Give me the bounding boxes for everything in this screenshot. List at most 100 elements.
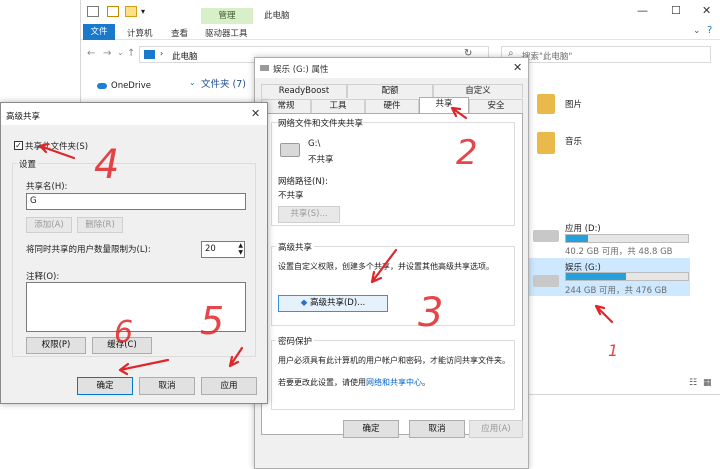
share-status: 不共享	[308, 155, 334, 165]
properties-apply-button[interactable]: 应用(A)	[469, 420, 523, 438]
advanced-sharing-titlebar: 高级共享 ✕	[1, 103, 267, 125]
tab-tools[interactable]: 工具	[311, 99, 365, 113]
ribbon-tab-file[interactable]: 文件	[83, 24, 115, 40]
drive-icon	[533, 230, 559, 242]
minimize-icon[interactable]: —	[637, 4, 648, 17]
window-title: 此电脑	[264, 11, 290, 21]
share-name-input[interactable]: G	[26, 193, 246, 210]
properties-cancel-button[interactable]: 取消	[409, 420, 465, 438]
sharing-tab-panel: 网络文件和文件夹共享 G:\ 不共享 网络路径(N): 不共享 共享(S)...…	[261, 113, 523, 435]
drive-icon	[280, 143, 300, 157]
network-sharing-group: 网络文件和文件夹共享 G:\ 不共享 网络路径(N): 不共享 共享(S)...	[271, 119, 515, 226]
drive-icon	[260, 65, 269, 71]
pictures-folder-icon	[537, 94, 555, 114]
network-sharing-center-link[interactable]: 网络和共享中心	[366, 378, 422, 387]
close-icon[interactable]: ✕	[513, 61, 522, 74]
password-change-suffix: 。	[422, 378, 430, 387]
tab-security[interactable]: 安全	[469, 99, 523, 113]
password-change-text: 若要更改此设置，请使用网络和共享中心。	[278, 377, 430, 388]
details-view-icon[interactable]: ☷	[689, 378, 697, 388]
explorer-titlebar: ▾ 管理 此电脑 — ☐ ✕	[81, 0, 720, 24]
manage-tab[interactable]: 管理	[201, 8, 253, 24]
tab-quota[interactable]: 配额	[347, 84, 433, 98]
search-input[interactable]: ⌕ 搜索"此电脑"	[501, 46, 711, 63]
drive-d-usage-fill	[566, 235, 588, 242]
nav-item-onedrive[interactable]: OneDrive	[111, 81, 151, 91]
properties-titlebar: 娱乐 (G:) 属性 ✕	[255, 58, 528, 78]
drive-g-usage-bar	[565, 272, 689, 281]
password-protection-group: 密码保护 用户必须具有此计算机的用户帐户和密码，才能访问共享文件夹。 若要更改此…	[271, 335, 515, 410]
quick-access-dropdown-icon[interactable]: ▾	[141, 7, 145, 16]
network-path-value: 不共享	[278, 191, 304, 201]
computer-icon	[87, 6, 99, 17]
breadcrumb-this-pc[interactable]: 此电脑	[172, 50, 198, 62]
folder-icon[interactable]	[125, 6, 137, 17]
drive-g-usage-fill	[566, 273, 626, 280]
caching-button[interactable]: 缓存(C)	[92, 337, 152, 354]
share-name-label: 共享名(H):	[26, 182, 68, 192]
back-arrow-icon[interactable]: ←	[87, 48, 95, 59]
drive-d-info: 40.2 GB 可用，共 48.8 GB	[565, 247, 673, 257]
drive-path: G:\	[308, 139, 321, 149]
tab-hardware[interactable]: 硬件	[365, 99, 419, 113]
password-protection-group-title: 密码保护	[276, 335, 315, 347]
settings-group-title: 设置	[17, 158, 39, 170]
advanced-sharing-group-title: 高级共享	[276, 241, 315, 253]
advanced-sharing-desc: 设置自定义权限，创建多个共享，并设置其他高级共享选项。	[278, 262, 494, 271]
share-folder-checkbox[interactable]: ✓	[14, 141, 23, 150]
advanced-apply-button[interactable]: 应用	[201, 377, 257, 395]
history-dropdown-icon[interactable]: ⌄	[117, 48, 124, 57]
network-sharing-group-title: 网络文件和文件夹共享	[278, 119, 364, 129]
music-folder-icon	[537, 132, 555, 154]
advanced-ok-button[interactable]: 确定	[77, 377, 133, 395]
tab-readyboost[interactable]: ReadyBoost	[261, 84, 347, 98]
folder-item-music[interactable]: 音乐	[565, 135, 582, 147]
remove-share-button[interactable]: 删除(R)	[77, 217, 123, 233]
network-path-label: 网络路径(N):	[278, 177, 328, 187]
search-placeholder: 搜索"此电脑"	[522, 52, 573, 62]
large-icons-view-icon[interactable]: ▦	[703, 378, 712, 388]
help-icon[interactable]: ?	[707, 25, 712, 36]
ribbon-tab-view[interactable]: 查看	[171, 27, 188, 39]
user-limit-value: 20	[205, 244, 216, 254]
permissions-button[interactable]: 权限(P)	[26, 337, 86, 354]
share-button[interactable]: 共享(S)...	[278, 206, 340, 223]
password-protection-desc: 用户必须具有此计算机的用户帐户和密码，才能访问共享文件夹。	[278, 356, 510, 365]
up-arrow-icon[interactable]: ↑	[127, 48, 135, 59]
tab-customize[interactable]: 自定义	[433, 84, 523, 98]
drive-icon	[533, 275, 559, 287]
spin-down-icon[interactable]: ▼	[238, 249, 243, 256]
advanced-sharing-button[interactable]: ◆ 高级共享(D)...	[278, 295, 388, 312]
properties-icon[interactable]	[107, 6, 119, 17]
spin-up-icon[interactable]: ▲	[238, 242, 243, 249]
tab-sharing[interactable]: 共享	[419, 97, 469, 113]
drive-g-info: 244 GB 可用，共 476 GB	[565, 286, 668, 296]
folders-section-header[interactable]: 文件夹 (7)	[201, 76, 246, 90]
comment-label: 注释(O):	[26, 272, 60, 282]
user-limit-label: 将同时共享的用户数量限制为(L):	[26, 245, 151, 255]
properties-title: 娱乐 (G:) 属性	[273, 65, 329, 75]
share-folder-label[interactable]: 共享此文件夹(S)	[25, 140, 88, 152]
tab-general[interactable]: 常规	[261, 99, 311, 113]
advanced-sharing-button-label: 高级共享(D)...	[309, 298, 366, 308]
close-icon[interactable]: ✕	[702, 4, 711, 17]
ribbon-tab-computer[interactable]: 计算机	[127, 27, 153, 39]
folder-item-pictures[interactable]: 图片	[565, 98, 582, 110]
advanced-sharing-group: 高级共享 设置自定义权限，创建多个共享，并设置其他高级共享选项。 ◆ 高级共享(…	[271, 241, 515, 326]
forward-arrow-icon[interactable]: →	[103, 48, 111, 59]
properties-ok-button[interactable]: 确定	[343, 420, 399, 438]
comment-textarea[interactable]	[26, 282, 246, 332]
drive-d-usage-bar	[565, 234, 689, 243]
user-limit-stepper[interactable]: 20 ▲ ▼	[201, 241, 245, 258]
ribbon-tab-drive-tools[interactable]: 驱动器工具	[205, 27, 248, 39]
drive-d-name[interactable]: 应用 (D:)	[565, 222, 601, 234]
close-icon[interactable]: ✕	[251, 107, 260, 120]
advanced-cancel-button[interactable]: 取消	[139, 377, 195, 395]
chevron-down-icon[interactable]: ⌄	[189, 78, 196, 87]
add-share-button[interactable]: 添加(A)	[26, 217, 72, 233]
maximize-icon[interactable]: ☐	[671, 4, 681, 17]
ribbon: 文件 计算机 查看 驱动器工具 ⌄ ?	[81, 24, 720, 40]
advanced-sharing-dialog: 高级共享 ✕ ✓ 共享此文件夹(S) 设置 共享名(H): G 添加(A) 删除…	[0, 102, 268, 404]
ribbon-expand-icon[interactable]: ⌄	[693, 26, 701, 36]
shield-icon: ◆	[300, 298, 308, 308]
